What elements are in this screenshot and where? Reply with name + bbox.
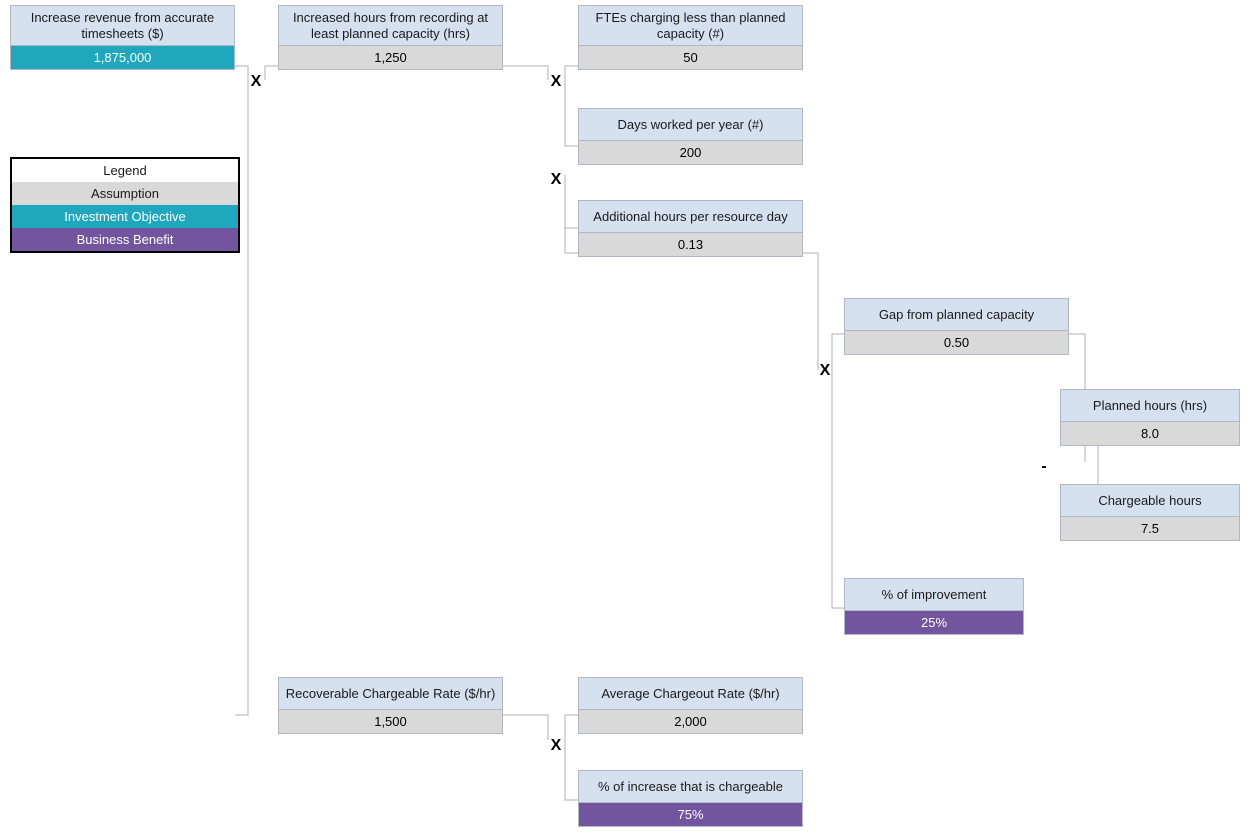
node-increased-hours: Increased hours from recording at least … xyxy=(278,5,503,70)
legend: Legend Assumption Investment Objective B… xyxy=(10,157,240,253)
node-planned-hours-title: Planned hours (hrs) xyxy=(1061,390,1239,422)
node-addl-hours-title: Additional hours per resource day xyxy=(579,201,802,233)
node-revenue-value: 1,875,000 xyxy=(11,46,234,69)
node-avg-chargeout: Average Chargeout Rate ($/hr) 2,000 xyxy=(578,677,803,734)
node-recoverable-rate: Recoverable Chargeable Rate ($/hr) 1,500 xyxy=(278,677,503,734)
node-avg-chargeout-value: 2,000 xyxy=(579,710,802,733)
op-mult-5: X xyxy=(547,737,565,755)
node-chargeable-hours: Chargeable hours 7.5 xyxy=(1060,484,1240,541)
node-ftes-under: FTEs charging less than planned capacity… xyxy=(578,5,803,70)
node-days-worked: Days worked per year (#) 200 xyxy=(578,108,803,165)
node-pct-chargeable-title: % of increase that is chargeable xyxy=(579,771,802,803)
node-pct-improvement-value: 25% xyxy=(845,611,1023,634)
op-mult-1: X xyxy=(247,73,265,91)
node-ftes-under-value: 50 xyxy=(579,46,802,69)
node-addl-hours-value: 0.13 xyxy=(579,233,802,256)
node-days-worked-title: Days worked per year (#) xyxy=(579,109,802,141)
node-planned-hours: Planned hours (hrs) 8.0 xyxy=(1060,389,1240,446)
node-revenue-title: Increase revenue from accurate timesheet… xyxy=(11,6,234,46)
node-pct-chargeable: % of increase that is chargeable 75% xyxy=(578,770,803,827)
node-pct-improvement: % of improvement 25% xyxy=(844,578,1024,635)
node-addl-hours: Additional hours per resource day 0.13 xyxy=(578,200,803,257)
node-days-worked-value: 200 xyxy=(579,141,802,164)
node-increased-hours-value: 1,250 xyxy=(279,46,502,69)
op-mult-4: X xyxy=(816,362,834,380)
legend-business-benefit: Business Benefit xyxy=(12,228,238,251)
op-minus: - xyxy=(1035,458,1053,476)
legend-investment-objective: Investment Objective xyxy=(12,205,238,228)
node-gap-title: Gap from planned capacity xyxy=(845,299,1068,331)
op-mult-3: X xyxy=(547,171,565,189)
node-gap: Gap from planned capacity 0.50 xyxy=(844,298,1069,355)
node-chargeable-hours-title: Chargeable hours xyxy=(1061,485,1239,517)
node-recoverable-rate-value: 1,500 xyxy=(279,710,502,733)
legend-assumption: Assumption xyxy=(12,182,238,205)
node-planned-hours-value: 8.0 xyxy=(1061,422,1239,445)
node-chargeable-hours-value: 7.5 xyxy=(1061,517,1239,540)
op-mult-2: X xyxy=(547,73,565,91)
node-increased-hours-title: Increased hours from recording at least … xyxy=(279,6,502,46)
node-pct-chargeable-value: 75% xyxy=(579,803,802,826)
node-ftes-under-title: FTEs charging less than planned capacity… xyxy=(579,6,802,46)
node-avg-chargeout-title: Average Chargeout Rate ($/hr) xyxy=(579,678,802,710)
node-gap-value: 0.50 xyxy=(845,331,1068,354)
node-pct-improvement-title: % of improvement xyxy=(845,579,1023,611)
node-recoverable-rate-title: Recoverable Chargeable Rate ($/hr) xyxy=(279,678,502,710)
legend-title: Legend xyxy=(12,159,238,182)
node-revenue: Increase revenue from accurate timesheet… xyxy=(10,5,235,70)
